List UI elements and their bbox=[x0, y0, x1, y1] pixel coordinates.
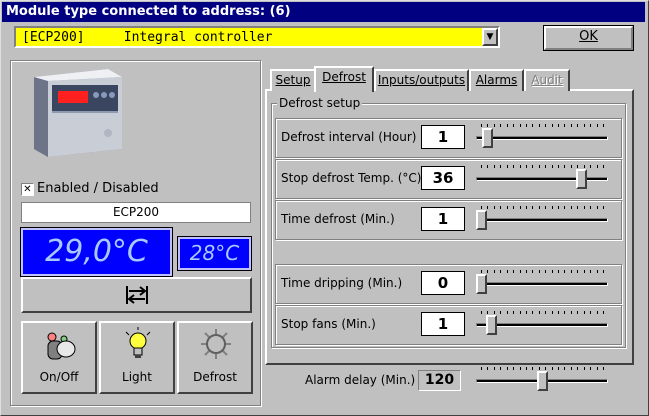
window-title: Module type connected to address: (6) bbox=[2, 2, 645, 22]
defrost-row-slider-thumb[interactable] bbox=[576, 169, 588, 189]
defrost-row-slider[interactable] bbox=[476, 206, 608, 232]
swap-arrows-icon bbox=[126, 286, 148, 304]
defrost-label: Defrost bbox=[193, 370, 237, 384]
onoff-button[interactable]: On/Off bbox=[21, 321, 97, 394]
defrost-row-slider-thumb[interactable] bbox=[476, 274, 487, 294]
tab-inputs-outputs[interactable]: Inputs/outputs bbox=[374, 69, 469, 91]
defrost-row-slider-track bbox=[476, 136, 608, 140]
light-label: Light bbox=[122, 370, 152, 384]
enabled-checkbox[interactable]: ✕ bbox=[21, 183, 34, 196]
onoff-label: On/Off bbox=[39, 370, 79, 384]
power-switch-icon bbox=[47, 332, 76, 360]
tab-setup[interactable]: Setup bbox=[270, 69, 316, 91]
main-temperature-display: 29,0°C bbox=[20, 227, 173, 277]
defrost-row-label: Time dripping (Min.) bbox=[281, 276, 403, 290]
defrost-row-label: Time defrost (Min.) bbox=[281, 212, 395, 226]
defrost-row-label: Stop defrost Temp. (°C) bbox=[281, 171, 422, 185]
defrost-row-slider[interactable] bbox=[476, 124, 608, 150]
alarm-delay-value: 120 bbox=[418, 370, 461, 391]
defrost-row-slider[interactable] bbox=[476, 165, 608, 191]
ok-button-label: OK bbox=[579, 29, 598, 44]
tab-alarms[interactable]: Alarms bbox=[469, 69, 524, 91]
defrost-row-slider-track bbox=[476, 218, 608, 222]
ok-button[interactable]: OK bbox=[543, 25, 634, 51]
chevron-down-icon[interactable]: ▼ bbox=[482, 28, 498, 46]
module-type-value: [ECP200] Integral controller bbox=[22, 30, 273, 45]
defrost-row-label: Stop fans (Min.) bbox=[281, 317, 376, 331]
defrost-row-value[interactable]: 0 bbox=[421, 271, 465, 295]
defrost-row-slider-thumb[interactable] bbox=[476, 210, 487, 230]
defrost-row-value[interactable]: 36 bbox=[421, 166, 465, 190]
device-name-field[interactable]: ECP200 bbox=[21, 202, 251, 223]
defrost-setup-title: Defrost setup bbox=[277, 96, 363, 110]
enabled-label: Enabled / Disabled bbox=[37, 181, 159, 196]
alarm-delay-slider-thumb[interactable] bbox=[536, 371, 548, 391]
alarm-delay-slider[interactable] bbox=[476, 367, 608, 393]
controller-device-image bbox=[28, 67, 128, 159]
alarm-delay-label: Alarm delay (Min.) bbox=[305, 373, 416, 387]
module-type-dropdown[interactable]: [ECP200] Integral controller ▼ bbox=[14, 26, 500, 48]
secondary-temperature-display: 28°C bbox=[177, 236, 252, 271]
defrost-row-slider-track bbox=[476, 282, 608, 286]
defrost-row-slider[interactable] bbox=[476, 311, 608, 337]
tab-defrost[interactable]: Defrost bbox=[314, 66, 374, 92]
defrost-row-value[interactable]: 1 bbox=[421, 207, 465, 231]
defrost-row-slider-thumb[interactable] bbox=[482, 128, 494, 148]
defrost-row-slider[interactable] bbox=[476, 270, 608, 296]
light-bulb-icon bbox=[125, 327, 151, 358]
defrost-row-value[interactable]: 1 bbox=[421, 312, 465, 336]
defrost-row-value[interactable]: 1 bbox=[421, 125, 465, 149]
defrost-row-slider-track bbox=[476, 177, 608, 181]
defrost-button[interactable]: Defrost bbox=[177, 321, 253, 394]
tab-audit: Audit bbox=[524, 69, 570, 91]
light-button[interactable]: Light bbox=[99, 321, 175, 394]
defrost-row-slider-thumb[interactable] bbox=[485, 315, 497, 335]
swap-display-button[interactable] bbox=[21, 277, 252, 313]
defrost-row-label: Defrost interval (Hour) bbox=[281, 130, 417, 144]
defrost-sun-icon bbox=[201, 329, 231, 359]
